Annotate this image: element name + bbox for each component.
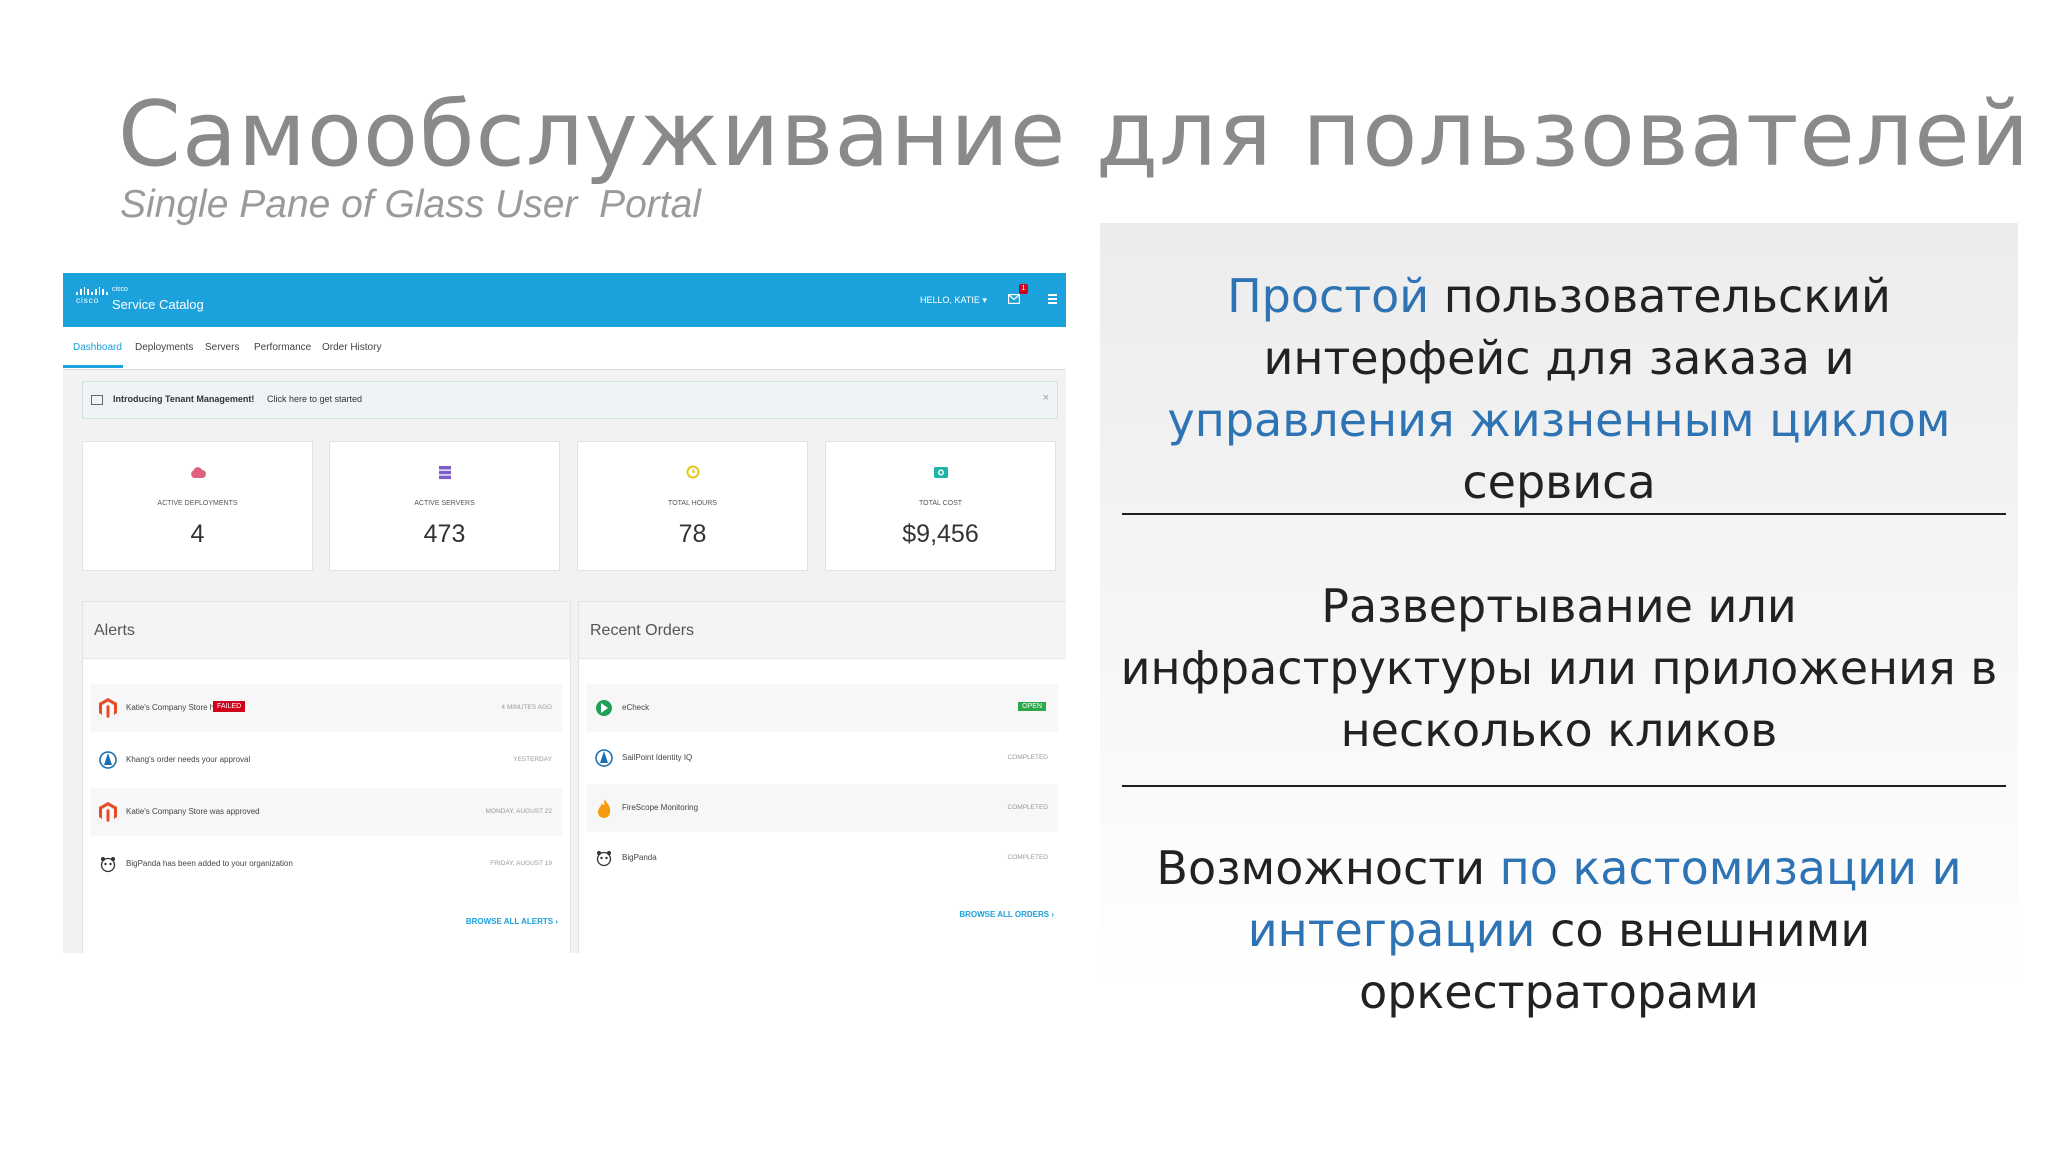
order-row[interactable]: BigPanda COMPLETED xyxy=(587,834,1058,882)
cloud-icon xyxy=(190,466,206,478)
stat-label: TOTAL COST xyxy=(918,500,963,507)
notification-badge: 1 xyxy=(1019,284,1028,294)
portal-tabs: Dashboard Deployments Servers Performanc… xyxy=(63,327,1066,370)
info-block-deployment: Развертывание или инфраструктуры или при… xyxy=(1120,579,1998,757)
caret-down-icon: ▾ xyxy=(982,295,987,305)
clock-icon xyxy=(686,465,699,479)
alert-text: Katie's Company Store was approved xyxy=(126,807,260,816)
server-icon xyxy=(438,465,451,479)
info-text: Возможности xyxy=(1156,841,1500,895)
brand-small: cisco xyxy=(112,286,128,293)
tab-servers[interactable]: Servers xyxy=(205,342,239,353)
browse-all-orders-link[interactable]: BROWSE ALL ORDERS › xyxy=(959,910,1054,919)
stat-total-cost[interactable]: TOTAL COST $9,456 xyxy=(825,441,1056,571)
panel-title: Recent Orders xyxy=(590,622,695,639)
panda-icon xyxy=(596,851,612,867)
info-highlight: управления жизненным циклом xyxy=(1167,393,1951,447)
info-text: сервиса xyxy=(1462,455,1656,509)
stat-active-servers[interactable]: ACTIVE SERVERS 473 xyxy=(329,441,560,571)
info-highlight: Простой xyxy=(1227,269,1430,323)
sailpoint-icon xyxy=(99,751,117,769)
info-block-customization: Возможности по кастомизации и интеграции… xyxy=(1120,837,1998,1023)
alert-row[interactable]: Khang's order needs your approval YESTER… xyxy=(91,736,562,784)
slide-title: Самообслуживание для пользователей xyxy=(118,82,2031,187)
banner-title: Introducing Tenant Management! xyxy=(113,394,255,404)
divider xyxy=(1122,513,2006,515)
info-panel: Простой пользовательский интерфейс для з… xyxy=(1100,223,2018,1019)
card-icon xyxy=(91,395,103,405)
stat-label: ACTIVE DEPLOYMENTS xyxy=(157,500,238,507)
mail-icon[interactable] xyxy=(1008,294,1020,304)
alert-time: 4 MINUTES AGO xyxy=(501,704,552,711)
alert-row[interactable]: BigPanda has been added to your organiza… xyxy=(91,840,562,888)
stat-label: TOTAL HOURS xyxy=(668,500,717,507)
order-name: eCheck xyxy=(622,703,650,712)
order-status: COMPLETED xyxy=(1007,854,1048,861)
tab-dashboard[interactable]: Dashboard xyxy=(73,342,122,353)
portal-screenshot: cisco cisco Service Catalog HELLO, KATIE… xyxy=(63,273,1066,953)
tenant-banner: Introducing Tenant Management! Click her… xyxy=(82,381,1058,419)
banner-link[interactable]: Click here to get started xyxy=(267,394,362,404)
browse-all-alerts-link[interactable]: BROWSE ALL ALERTS › xyxy=(466,917,558,926)
stat-value: 78 xyxy=(678,520,707,548)
firescope-icon xyxy=(598,799,611,818)
status-badge-open: OPEN xyxy=(1018,702,1046,711)
divider xyxy=(1122,785,2006,787)
stat-value: $9,456 xyxy=(902,520,979,548)
alert-row[interactable]: Katie's Company Store was approved MONDA… xyxy=(91,788,562,836)
money-icon xyxy=(933,466,948,478)
panel-title: Alerts xyxy=(94,622,135,639)
panda-icon xyxy=(100,857,116,873)
alert-time: FRIDAY, AUGUST 19 xyxy=(490,860,552,867)
tab-performance[interactable]: Performance xyxy=(254,342,311,353)
tab-deployments[interactable]: Deployments xyxy=(135,342,193,353)
user-greeting: HELLO, KATIE xyxy=(920,295,980,305)
order-name: FireScope Monitoring xyxy=(622,803,699,812)
stat-total-hours[interactable]: TOTAL HOURS 78 xyxy=(577,441,808,571)
stat-value: 473 xyxy=(423,520,466,548)
user-menu[interactable]: HELLO, KATIE ▾ xyxy=(920,295,987,306)
active-tab-indicator xyxy=(63,365,123,368)
order-name: SailPoint Identity IQ xyxy=(622,753,693,762)
order-status: COMPLETED xyxy=(1007,804,1048,811)
info-block-simple-ui: Простой пользовательский интерфейс для з… xyxy=(1120,265,1998,513)
alert-text: BigPanda has been added to your organiza… xyxy=(126,859,293,868)
alerts-panel: Alerts Katie's Company Store has FAILED … xyxy=(82,601,571,953)
tab-order-history[interactable]: Order History xyxy=(322,342,381,353)
cisco-logo: cisco xyxy=(76,287,109,305)
order-status: COMPLETED xyxy=(1007,754,1048,761)
magento-icon xyxy=(99,698,117,718)
brand-title[interactable]: Service Catalog xyxy=(112,297,204,312)
alert-time: YESTERDAY xyxy=(513,756,552,763)
magento-icon xyxy=(99,802,117,822)
stat-label: ACTIVE SERVERS xyxy=(414,500,475,507)
stat-active-deployments[interactable]: ACTIVE DEPLOYMENTS 4 xyxy=(82,441,313,571)
sailpoint-icon xyxy=(595,749,613,767)
alert-row[interactable]: Katie's Company Store has FAILED 4 MINUT… xyxy=(91,684,562,732)
echeck-icon xyxy=(596,700,612,716)
cisco-logo-word: cisco xyxy=(76,296,100,305)
order-row[interactable]: SailPoint Identity IQ COMPLETED xyxy=(587,734,1058,782)
hamburger-menu-icon[interactable] xyxy=(1048,294,1057,306)
stat-value: 4 xyxy=(190,520,205,548)
alert-text: Katie's Company Store has xyxy=(126,703,223,712)
close-icon[interactable]: × xyxy=(1043,392,1049,404)
alert-time: MONDAY, AUGUST 22 xyxy=(485,808,552,815)
status-badge-failed: FAILED xyxy=(213,701,246,712)
order-row[interactable]: FireScope Monitoring COMPLETED xyxy=(587,784,1058,832)
recent-orders-panel: Recent Orders eCheck OPEN SailPoint Iden… xyxy=(578,601,1066,953)
order-name: BigPanda xyxy=(622,853,657,862)
portal-header: cisco cisco Service Catalog HELLO, KATIE… xyxy=(63,273,1066,327)
slide-subtitle: Single Pane of Glass User Portal xyxy=(120,183,701,226)
alert-text: Khang's order needs your approval xyxy=(126,755,251,764)
order-row[interactable]: eCheck OPEN xyxy=(587,684,1058,732)
